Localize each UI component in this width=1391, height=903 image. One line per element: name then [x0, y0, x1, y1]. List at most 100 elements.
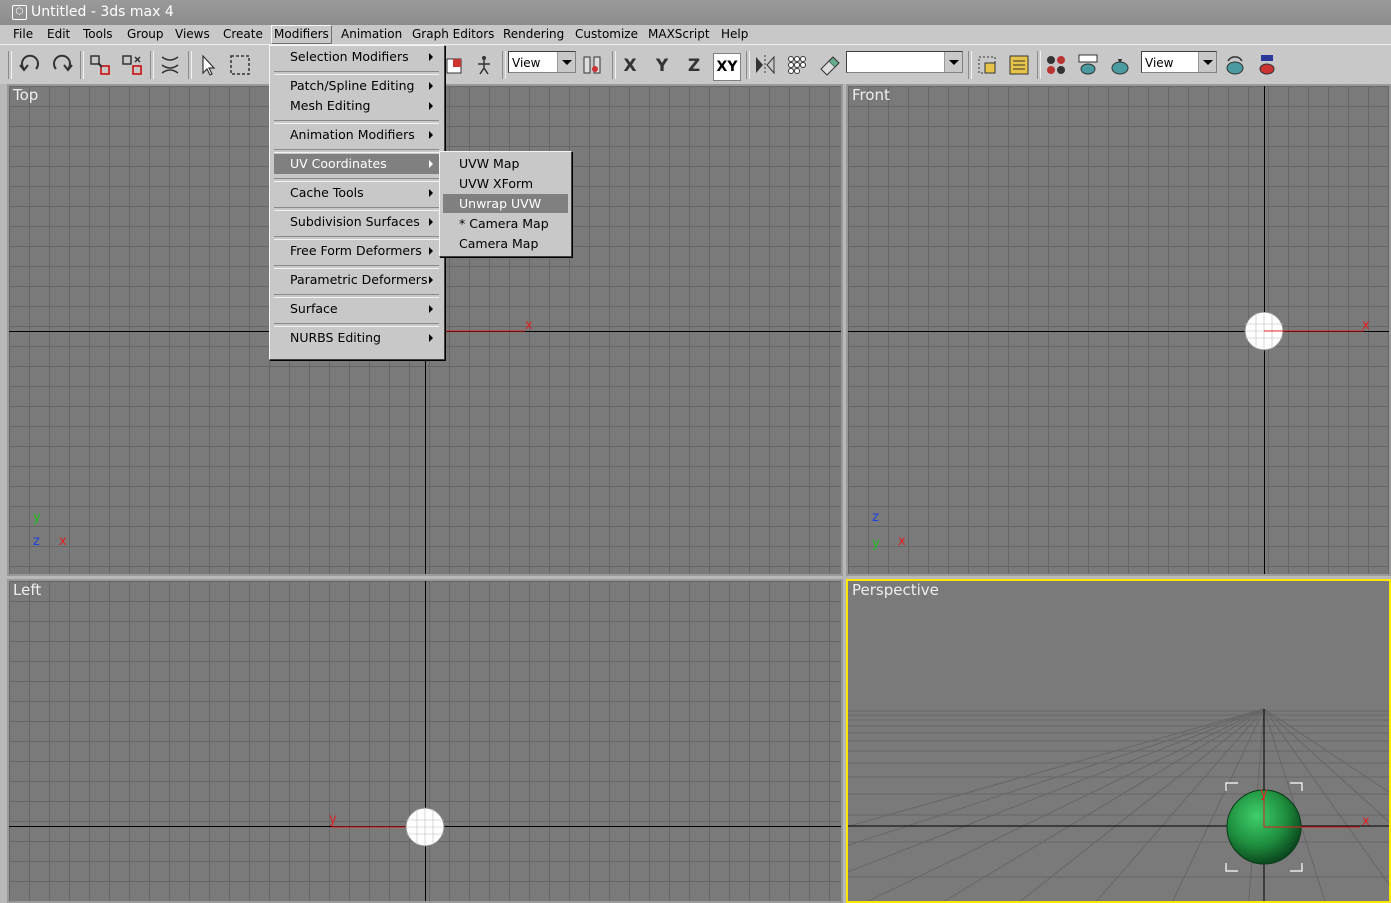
viewport-label-front[interactable]: Front — [852, 86, 890, 104]
menu-item-uv-coordinates[interactable]: UV Coordinates — [274, 154, 439, 174]
array-icon[interactable] — [783, 51, 811, 79]
menu-rendering[interactable]: Rendering — [500, 26, 567, 43]
select-and-link-icon[interactable] — [86, 51, 114, 79]
render-type-combo[interactable]: View — [1141, 51, 1217, 73]
menu-separator — [274, 236, 439, 240]
submenu-arrow-icon — [429, 247, 433, 255]
menu-separator — [274, 294, 439, 298]
submenu-arrow-icon — [429, 160, 433, 168]
material-editor-icon[interactable] — [1042, 51, 1070, 79]
layers-icon[interactable] — [973, 51, 1001, 79]
menu-separator — [274, 207, 439, 211]
main-toolbar: View X Y Z XY View — [0, 44, 1391, 85]
restrict-y-button[interactable]: Y — [649, 53, 675, 79]
submenu-arrow-icon — [429, 82, 433, 90]
menu-modifiers[interactable]: Modifiers — [271, 25, 332, 44]
toolbar-separator — [8, 51, 12, 79]
select-and-manipulate-icon[interactable] — [470, 51, 498, 79]
quick-render-icon[interactable] — [1106, 51, 1134, 79]
pivot-center-icon[interactable] — [578, 51, 606, 79]
redo-icon[interactable] — [48, 51, 76, 79]
sphere-object[interactable]: x y — [1220, 779, 1391, 879]
menu-file[interactable]: File — [10, 26, 36, 43]
menu-bar: File Edit Tools Group Views Create Modif… — [0, 25, 1391, 44]
axis-tripod-x: x — [59, 534, 67, 549]
axis-tripod-z: z — [33, 534, 40, 549]
menu-separator — [274, 323, 439, 327]
mirror-icon[interactable] — [751, 51, 779, 79]
menu-item-uvw-map[interactable]: UVW Map — [443, 154, 568, 173]
menu-item-animation-modifiers[interactable]: Animation Modifiers — [274, 125, 439, 145]
menu-item-patch-spline-editing[interactable]: Patch/Spline Editing — [274, 76, 439, 96]
menu-help[interactable]: Help — [718, 26, 751, 43]
menu-item-parametric-deformers[interactable]: Parametric Deformers — [274, 270, 439, 290]
select-object-icon[interactable] — [194, 51, 222, 79]
submenu-arrow-icon — [429, 218, 433, 226]
viewport-label-left[interactable]: Left — [13, 581, 41, 599]
unlink-selection-icon[interactable] — [118, 51, 146, 79]
menu-item-nurbs-editing[interactable]: NURBS Editing — [274, 328, 439, 348]
menu-item-camera-map[interactable]: Camera Map — [443, 234, 568, 253]
axis-tripod-x: x — [898, 534, 906, 549]
submenu-arrow-icon — [429, 334, 433, 342]
sphere-object[interactable]: x — [1244, 312, 1384, 352]
sphere-object[interactable]: y — [325, 806, 449, 850]
viewport-area: Top x y z x Front x z y x Left y Perspec… — [0, 84, 1391, 903]
menu-create[interactable]: Create — [220, 26, 266, 43]
menu-animation[interactable]: Animation — [338, 26, 405, 43]
gizmo-y-label: y — [329, 812, 337, 827]
menu-separator — [274, 120, 439, 124]
menu-edit[interactable]: Edit — [44, 26, 73, 43]
gizmo-x-label: x — [1362, 318, 1370, 333]
submenu-arrow-icon — [429, 131, 433, 139]
rectangular-selection-icon[interactable] — [226, 51, 254, 79]
track-view-icon[interactable] — [1005, 51, 1033, 79]
menu-item-mesh-editing[interactable]: Mesh Editing — [274, 96, 439, 116]
named-selection-set-combo[interactable] — [846, 51, 963, 73]
toolbar-separator — [968, 51, 972, 79]
bind-to-space-warp-icon[interactable] — [156, 51, 184, 79]
viewport-front[interactable]: Front x z y x — [846, 84, 1391, 576]
viewport-perspective[interactable]: Perspective x y — [846, 579, 1391, 903]
menu-separator — [274, 178, 439, 182]
viewport-left[interactable]: Left y — [7, 579, 843, 903]
menu-separator — [274, 265, 439, 269]
menu-group[interactable]: Group — [124, 26, 167, 43]
menu-tools[interactable]: Tools — [80, 26, 116, 43]
menu-graph-editors[interactable]: Graph Editors — [409, 26, 497, 43]
menu-item-cache-tools[interactable]: Cache Tools — [274, 183, 439, 203]
align-icon[interactable] — [815, 51, 843, 79]
toolbar-separator — [1037, 51, 1041, 79]
menu-item-selection-modifiers[interactable]: Selection Modifiers — [274, 47, 439, 67]
menu-item-star-camera-map[interactable]: * Camera Map — [443, 214, 568, 233]
menu-item-unwrap-uvw[interactable]: Unwrap UVW — [443, 194, 568, 213]
menu-item-surface[interactable]: Surface — [274, 299, 439, 319]
reference-coordinate-combo[interactable]: View — [508, 51, 576, 73]
menu-customize[interactable]: Customize — [572, 26, 641, 43]
restrict-xy-button[interactable]: XY — [713, 53, 741, 81]
modifiers-dropdown-menu: Selection Modifiers Patch/Spline Editing… — [269, 45, 445, 360]
viewport-label-top[interactable]: Top — [13, 86, 38, 104]
toolbar-separator — [502, 51, 506, 79]
submenu-arrow-icon — [429, 53, 433, 61]
menu-maxscript[interactable]: MAXScript — [645, 26, 713, 43]
restrict-x-button[interactable]: X — [617, 53, 643, 79]
menu-item-free-form-deformers[interactable]: Free Form Deformers — [274, 241, 439, 261]
restrict-z-button[interactable]: Z — [681, 53, 707, 79]
render-last-icon[interactable] — [1221, 51, 1249, 79]
submenu-arrow-icon — [429, 102, 433, 110]
submenu-arrow-icon — [429, 305, 433, 313]
render-scene-icon[interactable] — [1074, 51, 1102, 79]
gizmo-x-label: x — [525, 318, 533, 333]
toolbar-separator — [612, 51, 616, 79]
grid-axis-line — [425, 581, 426, 901]
menu-item-subdivision-surfaces[interactable]: Subdivision Surfaces — [274, 212, 439, 232]
chevron-down-icon — [1198, 52, 1216, 72]
menu-item-uvw-xform[interactable]: UVW XForm — [443, 174, 568, 193]
activeshade-icon[interactable] — [1253, 51, 1281, 79]
undo-icon[interactable] — [16, 51, 44, 79]
axis-tripod-y: y — [872, 536, 880, 551]
chevron-down-icon — [557, 52, 575, 72]
menu-views[interactable]: Views — [172, 26, 213, 43]
submenu-arrow-icon — [429, 189, 433, 197]
